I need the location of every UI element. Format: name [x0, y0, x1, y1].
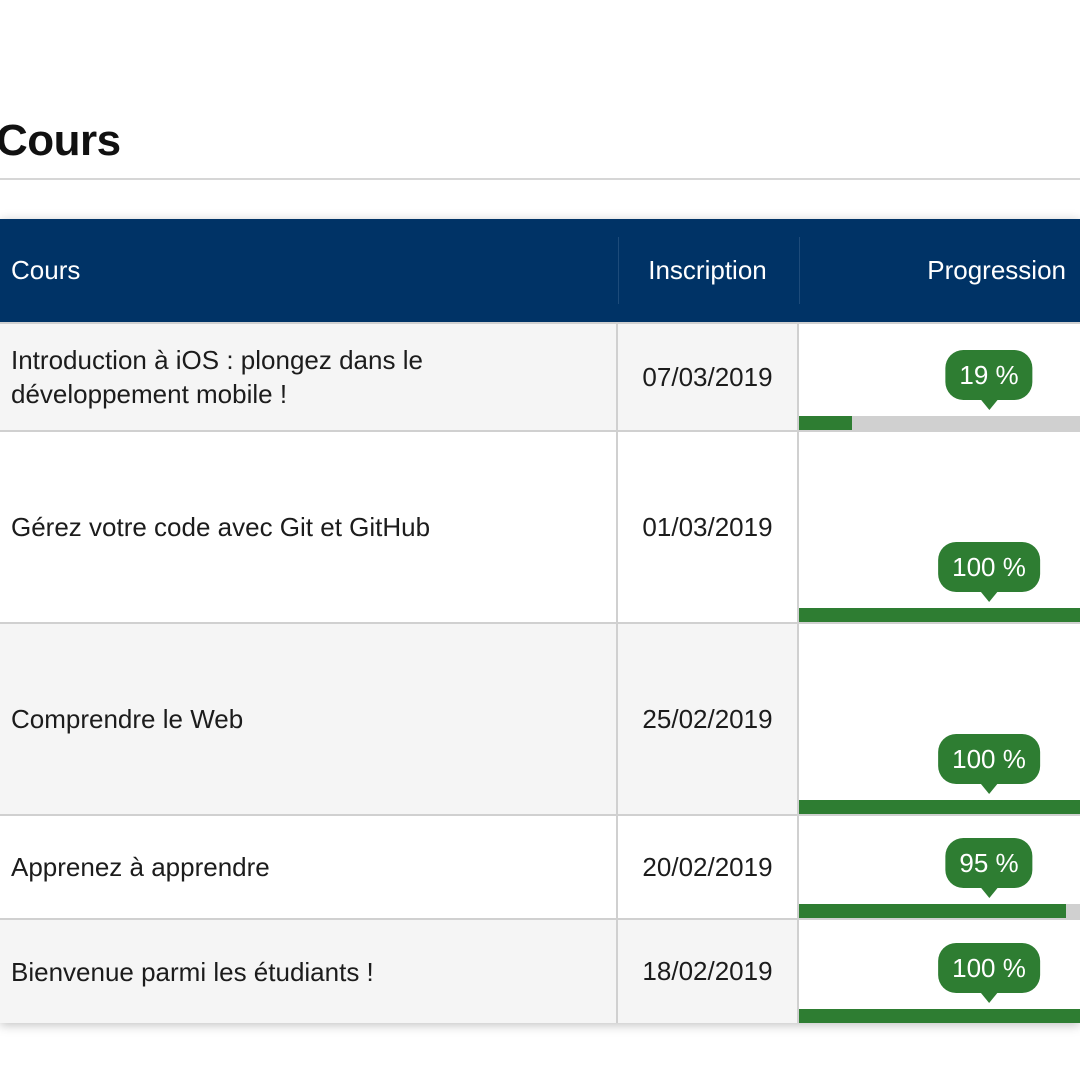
progress-badge: 100 % [938, 734, 1040, 794]
progress-bar [799, 416, 1080, 430]
progress-bar-fill [799, 416, 853, 430]
progress-bar-fill [799, 800, 1080, 814]
inscription-date: 01/03/2019 [616, 430, 798, 623]
inscription-date: 25/02/2019 [616, 622, 798, 815]
progress-cell: 100 % [797, 622, 1080, 815]
course-title-link[interactable]: Gérez votre code avec Git et GitHub [0, 430, 617, 623]
progress-bar-fill [799, 608, 1080, 622]
progress-badge: 100 % [938, 943, 1040, 1003]
inscription-date: 07/03/2019 [616, 322, 798, 431]
progress-badge: 95 % [945, 838, 1033, 898]
title-divider [0, 178, 1080, 180]
column-header-progression[interactable]: Progression [798, 219, 1080, 323]
progress-bar-fill [799, 904, 1066, 918]
courses-table-container: Cours Inscription Progression Introducti… [0, 219, 1080, 1023]
table-row[interactable]: Apprenez à apprendre 20/02/2019 95 % [0, 814, 1080, 919]
progress-bar [799, 1009, 1080, 1023]
table-row[interactable]: Bienvenue parmi les étudiants ! 18/02/20… [0, 918, 1080, 1023]
progress-cell: 95 % [797, 814, 1080, 919]
course-title-link[interactable]: Apprenez à apprendre [0, 814, 617, 919]
progress-bar [799, 608, 1080, 622]
table-header-row: Cours Inscription Progression [0, 219, 1080, 323]
progress-cell: 100 % [797, 918, 1080, 1023]
courses-table: Cours Inscription Progression Introducti… [0, 219, 1080, 1023]
course-title-link[interactable]: Introduction à iOS : plongez dans le dév… [0, 322, 617, 431]
course-title-link[interactable]: Bienvenue parmi les étudiants ! [0, 918, 617, 1023]
progress-cell: 19 % [797, 322, 1080, 431]
column-header-inscription[interactable]: Inscription [617, 219, 798, 323]
progress-bar [799, 800, 1080, 814]
progress-bar [799, 904, 1080, 918]
table-row[interactable]: Gérez votre code avec Git et GitHub 01/0… [0, 430, 1080, 623]
progress-bar-fill [799, 1009, 1080, 1023]
inscription-date: 20/02/2019 [616, 814, 798, 919]
inscription-date: 18/02/2019 [616, 918, 798, 1023]
course-title-link[interactable]: Comprendre le Web [0, 622, 617, 815]
table-row[interactable]: Comprendre le Web 25/02/2019 100 % [0, 622, 1080, 815]
page-title: Cours [0, 116, 121, 165]
progress-cell: 100 % [797, 430, 1080, 623]
progress-badge: 19 % [945, 350, 1033, 410]
progress-badge: 100 % [938, 542, 1040, 602]
column-header-course[interactable]: Cours [0, 219, 617, 323]
table-row[interactable]: Introduction à iOS : plongez dans le dév… [0, 322, 1080, 431]
